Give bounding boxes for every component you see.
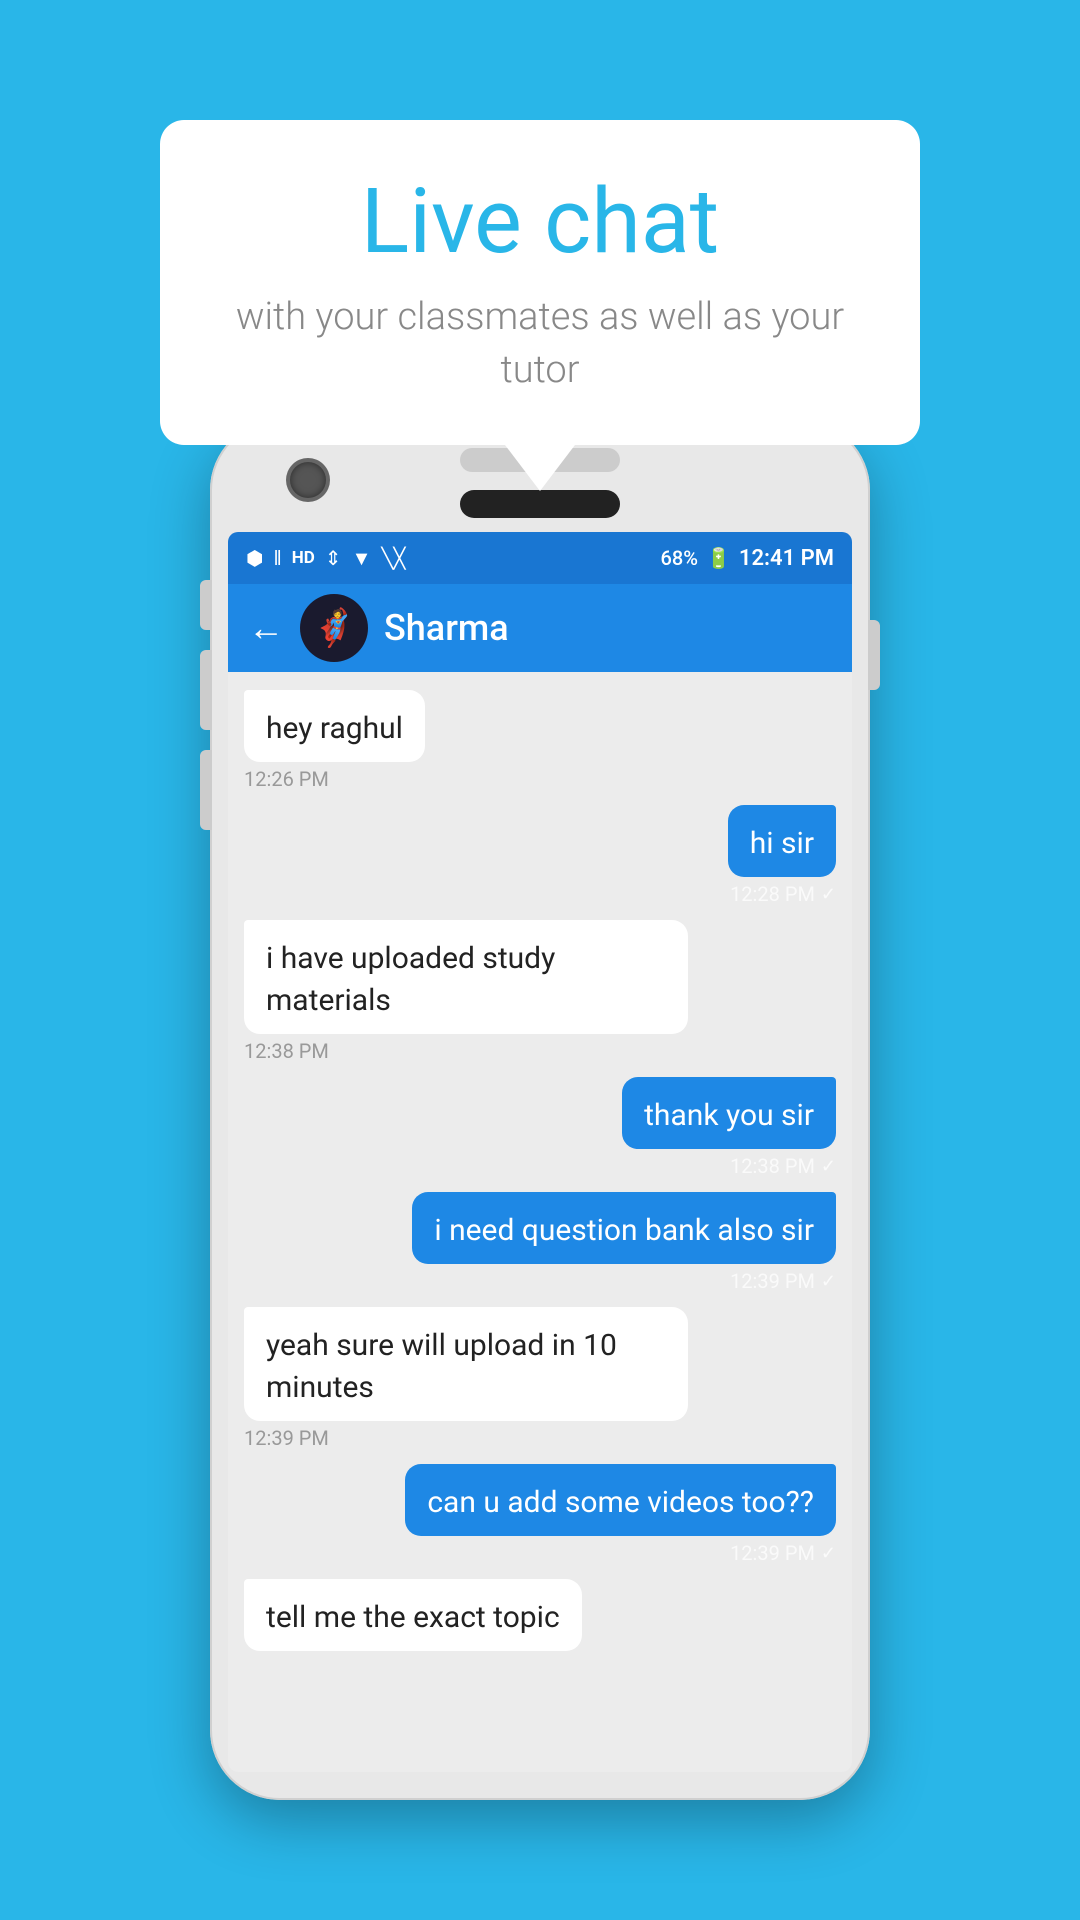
message-2: hi sir 12:28 PM ✓ bbox=[728, 805, 836, 906]
message-5: i need question bank also sir 12:39 PM ✓ bbox=[412, 1192, 836, 1293]
message-2-text: hi sir bbox=[750, 826, 814, 861]
message-2-time: 12:28 PM ✓ bbox=[728, 882, 836, 906]
message-6-bubble: yeah sure will upload in 10 minutes bbox=[244, 1307, 688, 1421]
message-1-bubble: hey raghul bbox=[244, 690, 425, 762]
status-right-icons: 68% 🔋 12:41 PM bbox=[661, 546, 834, 571]
status-time: 12:41 PM bbox=[739, 546, 834, 571]
speech-bubble: Live chat with your classmates as well a… bbox=[160, 120, 920, 445]
message-8-bubble: tell me the exact topic bbox=[244, 1579, 582, 1651]
message-4: thank you sir 12:38 PM ✓ bbox=[622, 1077, 836, 1178]
check-icon-7: ✓ bbox=[821, 1543, 836, 1564]
back-button[interactable]: ← bbox=[248, 610, 284, 646]
message-7-bubble: can u add some videos too?? bbox=[405, 1464, 836, 1536]
volume-up-button bbox=[200, 650, 212, 730]
message-7: can u add some videos too?? 12:39 PM ✓ bbox=[405, 1464, 836, 1565]
message-1-text: hey raghul bbox=[266, 711, 403, 746]
signal-icon: ╲╳ bbox=[381, 546, 405, 570]
message-4-bubble: thank you sir bbox=[622, 1077, 836, 1149]
phone-earpiece bbox=[460, 490, 620, 518]
front-camera bbox=[290, 462, 326, 498]
power-button bbox=[868, 620, 880, 690]
message-2-bubble: hi sir bbox=[728, 805, 836, 877]
message-6-text: yeah sure will upload in 10 minutes bbox=[266, 1328, 617, 1405]
chat-area: hey raghul 12:26 PM hi sir 12:28 PM ✓ bbox=[228, 672, 852, 1772]
battery-icon: 🔋 bbox=[706, 546, 731, 570]
check-icon-4: ✓ bbox=[821, 1156, 836, 1177]
message-3-bubble: i have uploaded study materials bbox=[244, 920, 688, 1034]
chat-header: ← 🦸 Sharma bbox=[228, 584, 852, 672]
message-1-time: 12:26 PM bbox=[244, 767, 425, 791]
message-3: i have uploaded study materials 12:38 PM bbox=[244, 920, 688, 1063]
message-5-time: 12:39 PM ✓ bbox=[412, 1269, 836, 1293]
avatar-icon: 🦸 bbox=[312, 607, 357, 649]
message-1: hey raghul 12:26 PM bbox=[244, 690, 425, 791]
battery-percent: 68% bbox=[661, 546, 698, 570]
phone-outer: ⬢ ‖ HD ⇕ ▼ ╲╳ 68% 🔋 12:41 PM ← 🦸 bbox=[210, 420, 870, 1800]
bubble-subtitle: with your classmates as well as your tut… bbox=[220, 291, 860, 397]
vibrate-icon: ‖ bbox=[273, 546, 281, 571]
phone-mockup: ⬢ ‖ HD ⇕ ▼ ╲╳ 68% 🔋 12:41 PM ← 🦸 bbox=[210, 420, 870, 1800]
message-7-time: 12:39 PM ✓ bbox=[405, 1541, 836, 1565]
bubble-title: Live chat bbox=[220, 172, 860, 271]
data-transfer-icon: ⇕ bbox=[325, 546, 342, 570]
wifi-icon: ▼ bbox=[352, 546, 372, 571]
message-3-time: 12:38 PM bbox=[244, 1039, 688, 1063]
status-bar: ⬢ ‖ HD ⇕ ▼ ╲╳ 68% 🔋 12:41 PM bbox=[228, 532, 852, 584]
message-5-text: i need question bank also sir bbox=[434, 1213, 814, 1248]
message-7-text: can u add some videos too?? bbox=[427, 1485, 814, 1520]
hd-icon: HD bbox=[292, 548, 315, 568]
check-icon: ✓ bbox=[821, 884, 836, 905]
avatar: 🦸 bbox=[300, 594, 368, 662]
message-3-text: i have uploaded study materials bbox=[266, 941, 555, 1018]
contact-name: Sharma bbox=[384, 607, 509, 649]
mute-button bbox=[200, 580, 212, 630]
speech-bubble-container: Live chat with your classmates as well a… bbox=[160, 120, 920, 445]
message-6: yeah sure will upload in 10 minutes 12:3… bbox=[244, 1307, 688, 1450]
status-left-icons: ⬢ ‖ HD ⇕ ▼ ╲╳ bbox=[246, 546, 405, 571]
message-8-text: tell me the exact topic bbox=[266, 1600, 560, 1635]
message-4-time: 12:38 PM ✓ bbox=[622, 1154, 836, 1178]
message-8-partial: tell me the exact topic bbox=[244, 1579, 582, 1651]
check-icon-5: ✓ bbox=[821, 1271, 836, 1292]
bluetooth-icon: ⬢ bbox=[246, 546, 263, 570]
volume-down-button bbox=[200, 750, 212, 830]
phone-screen: ⬢ ‖ HD ⇕ ▼ ╲╳ 68% 🔋 12:41 PM ← 🦸 bbox=[228, 532, 852, 1772]
message-6-time: 12:39 PM bbox=[244, 1426, 688, 1450]
message-4-text: thank you sir bbox=[644, 1098, 814, 1133]
message-5-bubble: i need question bank also sir bbox=[412, 1192, 836, 1264]
